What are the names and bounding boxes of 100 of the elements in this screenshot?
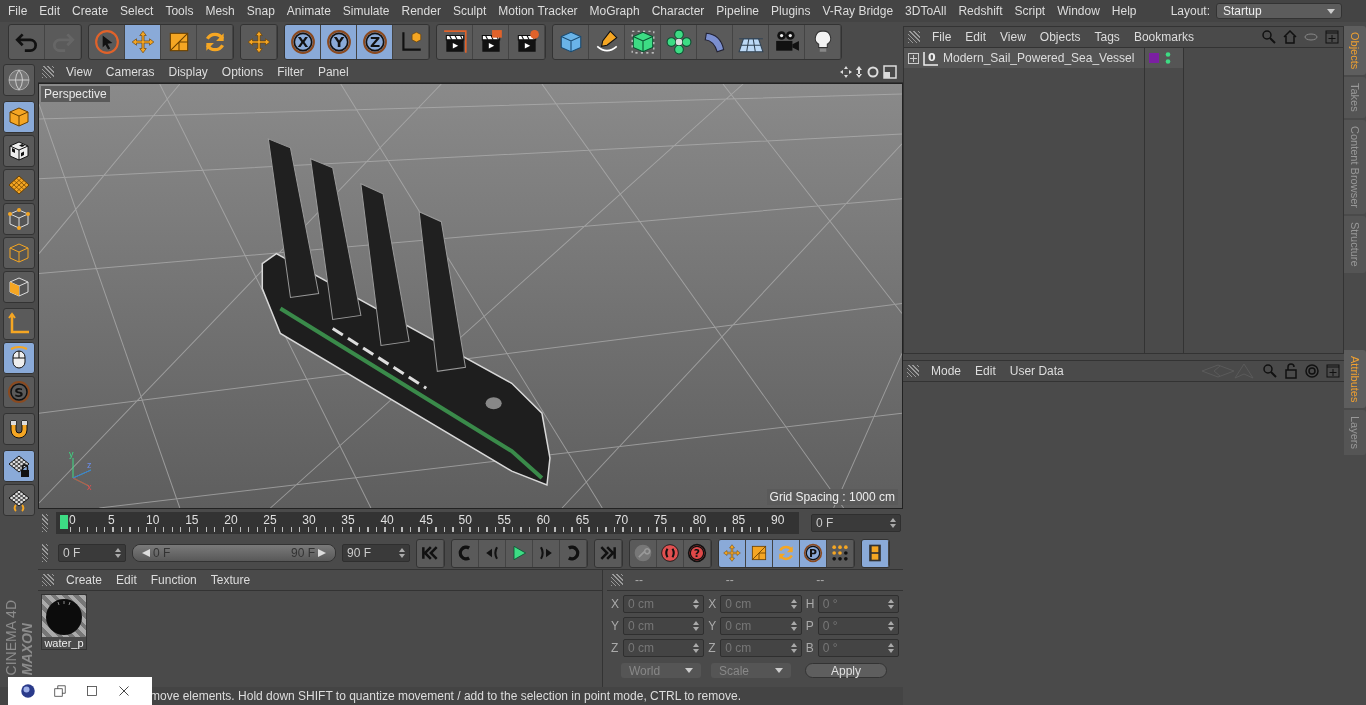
spinner-arrows-icon[interactable] bbox=[888, 643, 894, 653]
menu-item[interactable]: View bbox=[994, 30, 1032, 44]
right-arrow-icon[interactable] bbox=[318, 549, 326, 557]
material-thumbnail[interactable]: water_p bbox=[41, 594, 87, 650]
menu-item[interactable]: Display bbox=[162, 65, 214, 79]
tool-button[interactable] bbox=[3, 271, 35, 303]
menu-item[interactable]: User Data bbox=[1003, 364, 1070, 378]
axis-label: P bbox=[805, 619, 815, 633]
spinner-arrows-icon[interactable] bbox=[888, 599, 894, 609]
spinner-arrows-icon[interactable] bbox=[888, 621, 894, 631]
spinner-arrows-icon[interactable] bbox=[693, 599, 700, 609]
menu-item[interactable]: Simulate bbox=[336, 4, 396, 18]
menu-item[interactable]: Edit bbox=[33, 4, 67, 18]
menu-item[interactable]: Mode bbox=[925, 364, 968, 378]
menu-item[interactable]: Animate bbox=[280, 4, 337, 18]
start-frame-field[interactable]: 0 F bbox=[58, 544, 126, 562]
axis-label: Z bbox=[611, 641, 620, 655]
menu-item[interactable]: Edit bbox=[969, 364, 1002, 378]
transport-button[interactable] bbox=[862, 539, 889, 567]
spinner-arrows-icon[interactable] bbox=[790, 643, 797, 653]
grip-icon bbox=[42, 574, 54, 586]
menu-item[interactable]: Objects bbox=[1033, 30, 1087, 44]
menu-item[interactable]: File bbox=[926, 30, 958, 44]
frame-number: 15 bbox=[185, 513, 199, 527]
axis-label: B bbox=[805, 641, 815, 655]
menu-item[interactable]: Window bbox=[1051, 4, 1106, 18]
grip-icon bbox=[908, 31, 920, 43]
menu-item[interactable]: Select bbox=[114, 4, 160, 18]
menu-item[interactable]: Panel bbox=[311, 65, 355, 79]
tool-button[interactable] bbox=[3, 203, 35, 235]
spinner-arrows-icon[interactable] bbox=[790, 621, 797, 631]
flower-icon bbox=[665, 29, 692, 55]
menu-item[interactable]: View bbox=[60, 65, 98, 79]
menu-item[interactable]: Cameras bbox=[99, 65, 161, 79]
menu-item[interactable]: Tags bbox=[1088, 30, 1126, 44]
menu-item[interactable]: Snap bbox=[240, 4, 281, 18]
menu-item[interactable]: Render bbox=[395, 4, 447, 18]
menu-item[interactable]: Motion Tracker bbox=[492, 4, 584, 18]
visibility-dots-icon[interactable] bbox=[1165, 51, 1171, 65]
layout-dropdown[interactable]: Startup bbox=[1216, 3, 1342, 19]
transport-button[interactable] bbox=[746, 539, 773, 567]
frame-number: 70 bbox=[614, 513, 629, 527]
menu-item[interactable]: MoGraph bbox=[583, 4, 646, 18]
tool-button[interactable] bbox=[3, 413, 35, 445]
tool-button[interactable] bbox=[3, 64, 35, 96]
tool-button[interactable] bbox=[3, 135, 35, 167]
frame-number: 0 bbox=[69, 513, 76, 527]
spinner-arrows-icon[interactable] bbox=[399, 548, 405, 558]
grid-plane-icon bbox=[7, 173, 31, 197]
menu-item[interactable]: Mesh bbox=[199, 4, 241, 18]
spinner-arrows-icon[interactable] bbox=[693, 643, 700, 653]
menu-item[interactable]: Pipeline bbox=[710, 4, 766, 18]
menu-item[interactable]: Plugins bbox=[765, 4, 817, 18]
spinner-arrows-icon[interactable] bbox=[115, 548, 121, 558]
tool-button[interactable] bbox=[3, 484, 35, 516]
menu-item[interactable]: Function bbox=[144, 573, 203, 587]
spinner-arrows-icon[interactable] bbox=[790, 599, 797, 609]
tool-button[interactable] bbox=[3, 101, 35, 133]
menu-item[interactable]: Help bbox=[1105, 4, 1143, 18]
expand-icon[interactable] bbox=[908, 52, 919, 64]
end-frame-field[interactable]: 90 F bbox=[342, 544, 410, 562]
frame-number: 20 bbox=[224, 513, 238, 527]
viewport[interactable]: Perspective Grid Spacing : 1000 cm y z x bbox=[38, 83, 903, 509]
tool-button[interactable] bbox=[3, 308, 35, 340]
current-frame-field[interactable]: 0 F bbox=[811, 514, 901, 532]
axis-label: Y bbox=[611, 619, 620, 633]
menu-item[interactable]: File bbox=[2, 4, 34, 18]
menu-item[interactable]: Filter bbox=[271, 65, 310, 79]
menu-item[interactable]: V-Ray Bridge bbox=[816, 4, 900, 18]
spinner-arrows-icon[interactable] bbox=[890, 518, 896, 528]
apply-button[interactable]: Apply bbox=[805, 663, 887, 678]
menu-item[interactable]: Redshift bbox=[952, 4, 1009, 18]
transport-button[interactable] bbox=[719, 539, 746, 567]
menu-item[interactable]: Tools bbox=[159, 4, 200, 18]
spinner-arrows-icon[interactable] bbox=[693, 621, 700, 631]
tool-button[interactable] bbox=[3, 342, 35, 374]
menu-item[interactable]: Edit bbox=[959, 30, 993, 44]
menu-item[interactable]: 3DToAll bbox=[899, 4, 953, 18]
left-arrow-icon[interactable] bbox=[142, 549, 150, 557]
view-navigation-icon[interactable] bbox=[839, 65, 899, 79]
globe-icon bbox=[7, 68, 31, 92]
column-header: -- bbox=[634, 573, 644, 587]
menu-item[interactable]: Create bbox=[66, 4, 115, 18]
dot-grid-icon bbox=[830, 543, 850, 563]
tool-button[interactable] bbox=[3, 169, 35, 201]
frame-number: 5 bbox=[108, 513, 115, 527]
object-row[interactable]: 0 Modern_Sail_Powered_Sea_Vessel bbox=[904, 48, 1144, 68]
menu-item[interactable]: Bookmarks bbox=[1127, 30, 1200, 44]
layer-color-swatch[interactable] bbox=[1149, 53, 1159, 63]
timeline-ruler[interactable]: 0 5 10 15 20 25 30 35 40 45 50 55 60 65 70 75 80 85 90 bbox=[56, 512, 799, 534]
menu-item[interactable]: Edit bbox=[110, 573, 143, 587]
menu-item[interactable]: Options bbox=[215, 65, 270, 79]
tool-button[interactable] bbox=[3, 450, 35, 482]
menu-item[interactable]: Script bbox=[1008, 4, 1052, 18]
transport-button[interactable] bbox=[773, 539, 800, 567]
cube-polygons-icon bbox=[7, 275, 31, 299]
menu-item[interactable]: Sculpt bbox=[446, 4, 493, 18]
menu-item[interactable]: Character bbox=[645, 4, 711, 18]
menu-item[interactable]: Create bbox=[60, 573, 109, 587]
menu-item[interactable]: Texture bbox=[204, 573, 257, 587]
